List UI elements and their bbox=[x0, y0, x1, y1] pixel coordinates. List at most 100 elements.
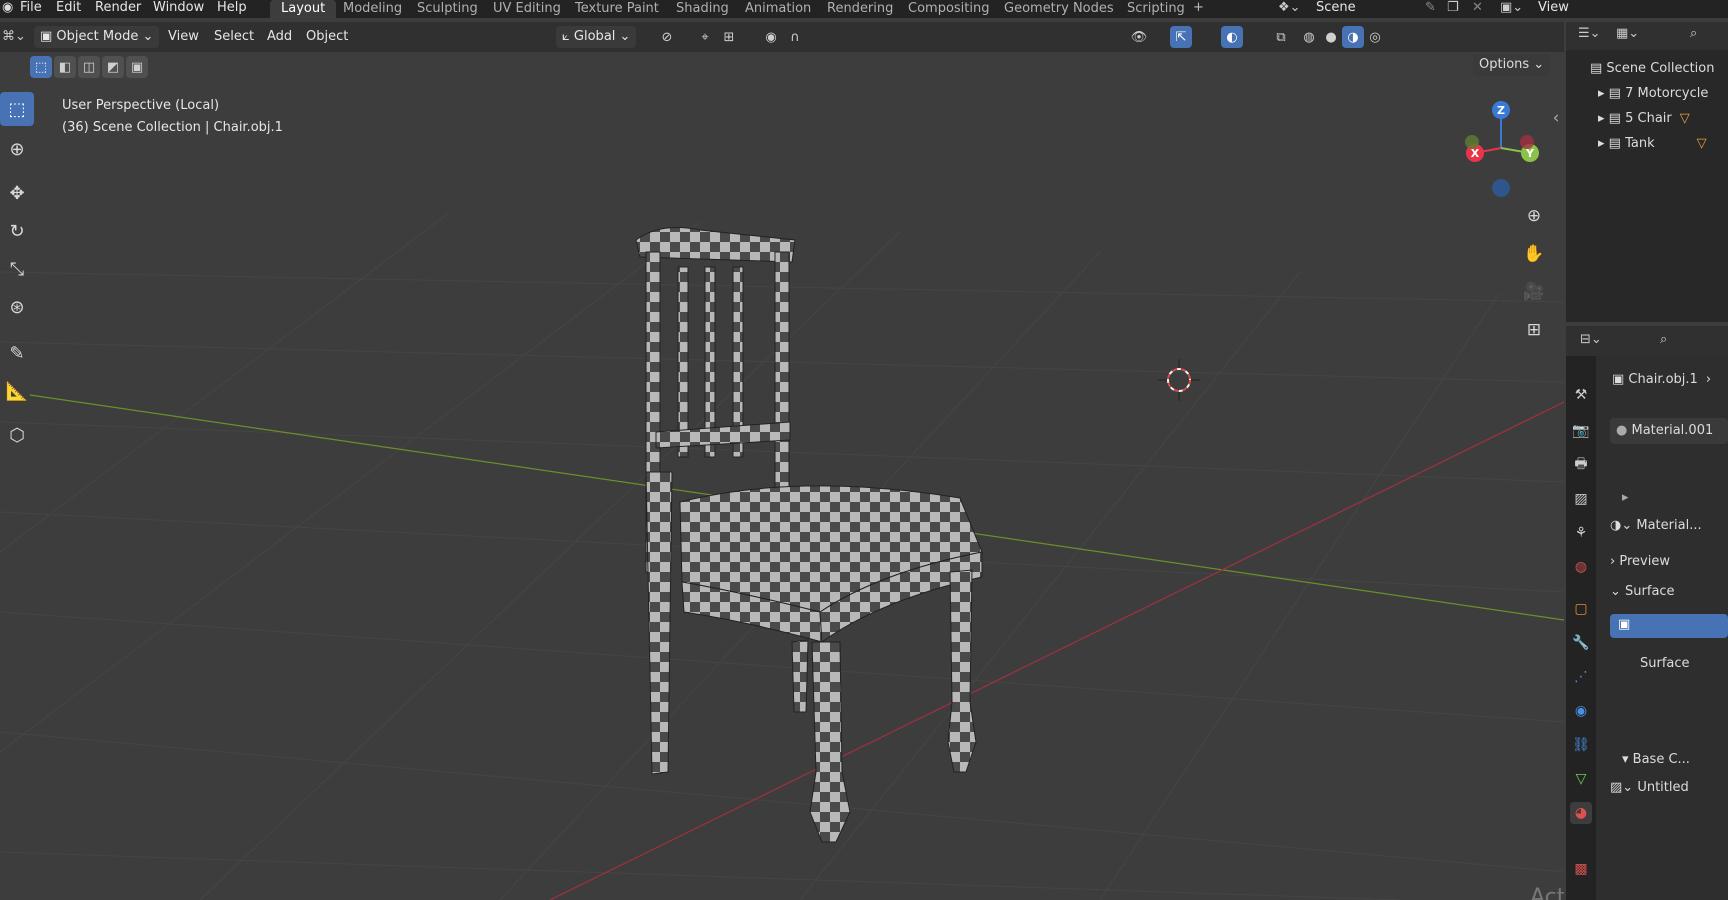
outliner-item[interactable]: ▸ ▤ 7 Motorcycle bbox=[1566, 83, 1728, 105]
filter-icon[interactable]: ▦⌄ bbox=[1616, 26, 1639, 41]
solid-shading-icon[interactable]: ● bbox=[1320, 26, 1342, 48]
outliner-item[interactable]: ▸ ▤ 5 Chair ▽ bbox=[1566, 108, 1728, 130]
material-preview-icon[interactable]: ◑ bbox=[1342, 26, 1364, 48]
select-intersect-icon[interactable]: ▣ bbox=[126, 56, 148, 78]
pin-icon[interactable]: ✎ bbox=[1425, 0, 1436, 18]
tab-layout[interactable]: Layout bbox=[270, 0, 337, 18]
modifier-icon[interactable]: 🔧 bbox=[1570, 632, 1592, 654]
preview-section[interactable]: › Preview bbox=[1610, 554, 1670, 569]
view-layer-icon[interactable]: ▣⌄ bbox=[1500, 0, 1523, 18]
expand-arrow-icon[interactable]: ▸ bbox=[1622, 490, 1629, 505]
orientation-dropdown[interactable]: ⟀ Global ⌄ bbox=[556, 26, 637, 48]
falloff-icon[interactable]: ∩ bbox=[784, 26, 806, 48]
physics-icon[interactable]: ◉ bbox=[1570, 700, 1592, 722]
snap-target-icon[interactable]: ⊞ bbox=[718, 26, 740, 48]
menu-add[interactable]: Add bbox=[267, 26, 292, 48]
rotate-icon[interactable]: ↻ bbox=[0, 214, 34, 248]
editor-type-icon[interactable]: ⌘⌄ bbox=[2, 26, 26, 48]
cursor-icon[interactable]: ⊕ bbox=[0, 132, 34, 166]
chair-model[interactable] bbox=[635, 227, 983, 843]
menu-render[interactable]: Render bbox=[95, 0, 141, 18]
scene-icon[interactable]: ⚘ bbox=[1570, 522, 1592, 544]
select-new-icon[interactable]: ⬚ bbox=[30, 56, 52, 78]
data-icon[interactable]: ▽ bbox=[1570, 768, 1592, 790]
add-cube-icon[interactable]: ⬡ bbox=[0, 418, 34, 452]
base-color-row[interactable]: ▾ Base C... bbox=[1622, 752, 1690, 767]
options-dropdown[interactable]: Options ⌄ bbox=[1473, 54, 1551, 76]
overlay-toggle-icon[interactable]: ◐ bbox=[1221, 26, 1243, 48]
search-icon[interactable]: ⌕ bbox=[1660, 332, 1667, 347]
image-selector[interactable]: ▨⌄ Untitled bbox=[1610, 780, 1689, 795]
select-invert-icon[interactable]: ◩ bbox=[102, 56, 124, 78]
tab-animation[interactable]: Animation bbox=[734, 0, 822, 18]
search-icon[interactable]: ⌕ bbox=[1690, 26, 1697, 41]
tab-geometry-nodes[interactable]: Geometry Nodes bbox=[993, 0, 1125, 18]
navigation-gizmo[interactable]: Z X Y bbox=[1465, 101, 1539, 197]
tab-compositing[interactable]: Compositing bbox=[897, 0, 1001, 18]
snap-icon[interactable]: ⌖ bbox=[694, 26, 716, 48]
3d-viewport[interactable]: Z X Y Activate Windows ⬚ ◧ ◫ ◩ ▣ Options… bbox=[0, 52, 1564, 900]
transform-icon[interactable]: ⊛ bbox=[0, 290, 34, 324]
move-icon[interactable]: ✥ bbox=[0, 176, 34, 210]
delete-scene-icon[interactable]: ✕ bbox=[1472, 0, 1483, 18]
tab-rendering[interactable]: Rendering bbox=[816, 0, 904, 18]
outliner-item[interactable]: ▸ ▤ Tank ▽ bbox=[1566, 133, 1728, 155]
tab-texture-paint[interactable]: Texture Paint bbox=[564, 0, 670, 18]
outliner-scene-collection[interactable]: ▤ Scene Collection bbox=[1566, 58, 1728, 80]
scene-name[interactable]: Scene bbox=[1316, 0, 1356, 18]
texture-icon[interactable]: ▩ bbox=[1570, 858, 1592, 880]
rendered-shading-icon[interactable]: ◎ bbox=[1364, 26, 1386, 48]
world-icon[interactable]: ◍ bbox=[1570, 556, 1592, 578]
surface-section[interactable]: ⌄ Surface bbox=[1610, 584, 1675, 599]
output-icon[interactable]: 🖶 bbox=[1570, 454, 1592, 476]
tool-icon[interactable]: ⚒ bbox=[1570, 384, 1592, 406]
wireframe-shading-icon[interactable]: ◍ bbox=[1298, 26, 1320, 48]
visibility-icon[interactable]: 👁 bbox=[1128, 26, 1150, 48]
pivot-point-icon[interactable]: ⊘ bbox=[656, 26, 678, 48]
zoom-icon[interactable]: ⊕ bbox=[1520, 202, 1548, 230]
select-extend-icon[interactable]: ◧ bbox=[54, 56, 76, 78]
mode-dropdown[interactable]: ▣ Object Mode ⌄ bbox=[34, 26, 160, 48]
tab-scripting[interactable]: Scripting bbox=[1116, 0, 1196, 18]
scale-icon[interactable]: ⤡ bbox=[0, 252, 34, 286]
camera-view-icon[interactable]: 🎥 bbox=[1520, 278, 1548, 306]
render-icon[interactable]: 📷 bbox=[1570, 420, 1592, 442]
particles-icon[interactable]: ⋰ bbox=[1570, 666, 1592, 688]
gizmo-toggle-icon[interactable]: ⇱ bbox=[1170, 26, 1192, 48]
object-name-row[interactable]: ▣ Chair.obj.1 › bbox=[1612, 372, 1711, 387]
view-layer-icon[interactable]: ▨ bbox=[1570, 488, 1592, 510]
new-scene-icon[interactable]: ❐ bbox=[1447, 0, 1459, 18]
menu-select[interactable]: Select bbox=[214, 26, 254, 48]
material-icon[interactable]: ◕ bbox=[1570, 802, 1592, 824]
object-icon[interactable]: ▢ bbox=[1570, 598, 1592, 620]
blender-logo-icon[interactable]: ◉ bbox=[2, 0, 13, 18]
tab-uv-editing[interactable]: UV Editing bbox=[482, 0, 572, 18]
view-layer-name[interactable]: View bbox=[1538, 0, 1569, 18]
measure-icon[interactable]: 📐 bbox=[0, 374, 34, 408]
proportional-edit-icon[interactable]: ◉ bbox=[760, 26, 782, 48]
outliner-display-mode-icon[interactable]: ☰⌄ bbox=[1578, 26, 1601, 41]
constraints-icon[interactable]: ⛓ bbox=[1570, 734, 1592, 756]
select-box-icon[interactable]: ⬚ bbox=[0, 92, 34, 126]
sidebar-toggle-icon[interactable]: ‹ bbox=[1548, 104, 1564, 132]
tab-modeling[interactable]: Modeling bbox=[332, 0, 413, 18]
perspective-toggle-icon[interactable]: ⊞ bbox=[1520, 316, 1548, 344]
editor-type-icon[interactable]: ⊟⌄ bbox=[1580, 332, 1602, 347]
add-workspace-button[interactable]: + bbox=[1193, 0, 1204, 18]
tab-sculpting[interactable]: Sculpting bbox=[406, 0, 489, 18]
select-subtract-icon[interactable]: ◫ bbox=[78, 56, 100, 78]
use-nodes-button[interactable]: ▣ bbox=[1610, 614, 1728, 638]
menu-edit[interactable]: Edit bbox=[56, 0, 81, 18]
material-selector[interactable]: ◑⌄ Material... bbox=[1610, 518, 1702, 533]
xray-icon[interactable]: ⧉ bbox=[1270, 26, 1292, 48]
menu-file[interactable]: File bbox=[20, 0, 42, 18]
scene-selector-icon[interactable]: ❖⌄ bbox=[1278, 0, 1301, 18]
material-slot-list[interactable]: ● Material.001 bbox=[1610, 418, 1728, 444]
pan-hand-icon[interactable]: ✋ bbox=[1520, 240, 1548, 268]
menu-view[interactable]: View bbox=[168, 26, 199, 48]
material-slot-item[interactable]: ● Material.001 bbox=[1616, 423, 1713, 438]
menu-object[interactable]: Object bbox=[306, 26, 348, 48]
menu-help[interactable]: Help bbox=[217, 0, 247, 18]
annotate-icon[interactable]: ✎ bbox=[0, 336, 34, 370]
menu-window[interactable]: Window bbox=[153, 0, 204, 18]
